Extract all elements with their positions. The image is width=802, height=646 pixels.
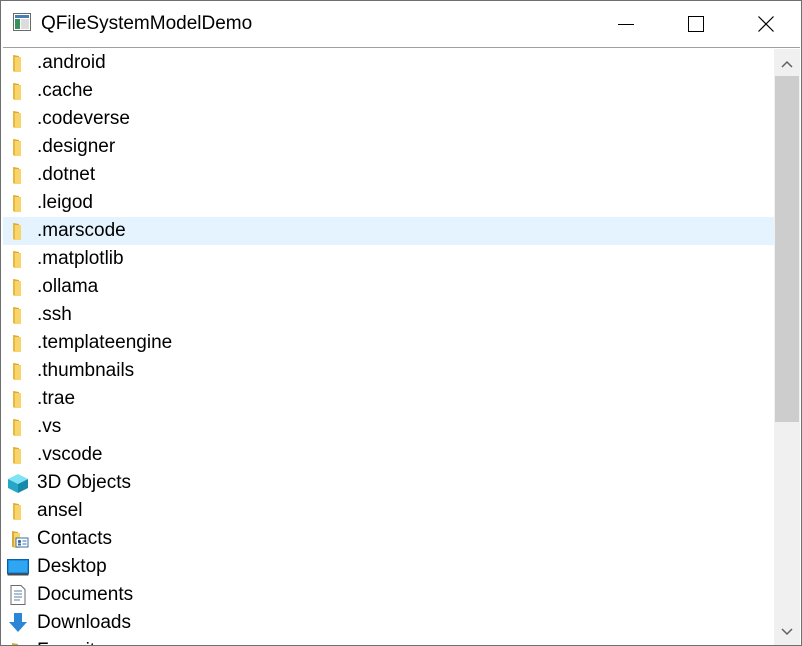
contacts-icon — [7, 529, 29, 549]
tree-item-label: .dotnet — [37, 164, 96, 185]
tree-item-label: Favorites — [37, 637, 115, 645]
file-list: .android .cache .codeverse .designer .dotnet… — [3, 49, 774, 645]
minimize-button[interactable] — [591, 1, 661, 46]
tree-item-label: Documents — [37, 584, 134, 605]
folder-icon — [7, 445, 29, 465]
tree-item[interactable]: .android — [3, 49, 774, 77]
tree-item-label: 3D Objects — [37, 472, 131, 493]
tree-item[interactable]: .matplotlib — [3, 245, 774, 273]
tree-item-label: .matplotlib — [37, 248, 124, 269]
3d-objects-icon — [7, 473, 29, 493]
tree-item[interactable]: .ollama — [3, 273, 774, 301]
tree-item-label: .ssh — [37, 304, 72, 325]
tree-item[interactable]: .cache — [3, 77, 774, 105]
tree-item-label: .trae — [37, 388, 76, 409]
folder-icon — [7, 333, 29, 353]
tree-item-label: .ollama — [37, 276, 99, 297]
folder-icon — [7, 109, 29, 129]
tree-item[interactable]: Contacts — [3, 525, 774, 553]
downloads-icon — [7, 613, 29, 633]
tree-item[interactable]: .thumbnails — [3, 357, 774, 385]
folder-icon — [7, 249, 29, 269]
scrollbar-thumb[interactable] — [775, 76, 799, 422]
tree-item-label: ansel — [37, 500, 83, 521]
scroll-down-button[interactable] — [774, 619, 800, 645]
scroll-up-button[interactable] — [774, 51, 800, 77]
tree-item[interactable]: .leigod — [3, 189, 774, 217]
maximize-button[interactable] — [661, 1, 731, 46]
tree-item[interactable]: Documents — [3, 581, 774, 609]
tree-item[interactable]: .designer — [3, 133, 774, 161]
tree-item-label: .thumbnails — [37, 360, 135, 381]
folder-icon — [7, 389, 29, 409]
tree-item[interactable]: Favorites — [3, 637, 774, 645]
tree-item[interactable]: .trae — [3, 385, 774, 413]
tree-item-label: .designer — [37, 136, 116, 157]
vertical-scrollbar[interactable] — [774, 49, 800, 645]
tree-item[interactable]: .vs — [3, 413, 774, 441]
tree-item[interactable]: Desktop — [3, 553, 774, 581]
qt-app-icon — [13, 13, 31, 31]
tree-item-label: .vs — [37, 416, 62, 437]
tree-item-label: .vscode — [37, 444, 103, 465]
folder-icon — [7, 53, 29, 73]
folder-icon — [7, 361, 29, 381]
folder-icon — [7, 193, 29, 213]
documents-icon — [7, 585, 29, 605]
folder-icon — [7, 277, 29, 297]
folder-icon — [7, 501, 29, 521]
folder-icon — [7, 165, 29, 185]
tree-item[interactable]: .vscode — [3, 441, 774, 469]
folder-icon — [7, 305, 29, 325]
tree-item-label: Desktop — [37, 556, 107, 577]
app-window: QFileSystemModelDemo .android .cache .code… — [0, 0, 802, 646]
file-tree-view[interactable]: .android .cache .codeverse .designer .dotnet… — [3, 47, 800, 645]
tree-item[interactable]: .ssh — [3, 301, 774, 329]
tree-item[interactable]: .codeverse — [3, 105, 774, 133]
folder-icon — [7, 137, 29, 157]
tree-item[interactable]: 3D Objects — [3, 469, 774, 497]
tree-item-label: .leigod — [37, 192, 93, 213]
window-title: QFileSystemModelDemo — [41, 13, 253, 34]
tree-item[interactable]: .marscode — [3, 217, 774, 245]
tree-item-label: Contacts — [37, 528, 112, 549]
title-bar[interactable]: QFileSystemModelDemo — [1, 1, 801, 46]
tree-item-label: .codeverse — [37, 108, 130, 129]
tree-item-label: .android — [37, 52, 106, 73]
desktop-icon — [7, 557, 29, 577]
tree-item-label: Downloads — [37, 612, 131, 633]
tree-item[interactable]: ansel — [3, 497, 774, 525]
tree-item[interactable]: .dotnet — [3, 161, 774, 189]
folder-icon — [7, 221, 29, 241]
folder-icon — [7, 81, 29, 101]
tree-item-label: .templateengine — [37, 332, 173, 353]
tree-item[interactable]: .templateengine — [3, 329, 774, 357]
tree-item[interactable]: Downloads — [3, 609, 774, 637]
favorites-icon — [7, 641, 29, 645]
tree-item-label: .cache — [37, 80, 93, 101]
folder-icon — [7, 417, 29, 437]
tree-item-label: .marscode — [37, 220, 126, 241]
close-button[interactable] — [731, 1, 801, 46]
